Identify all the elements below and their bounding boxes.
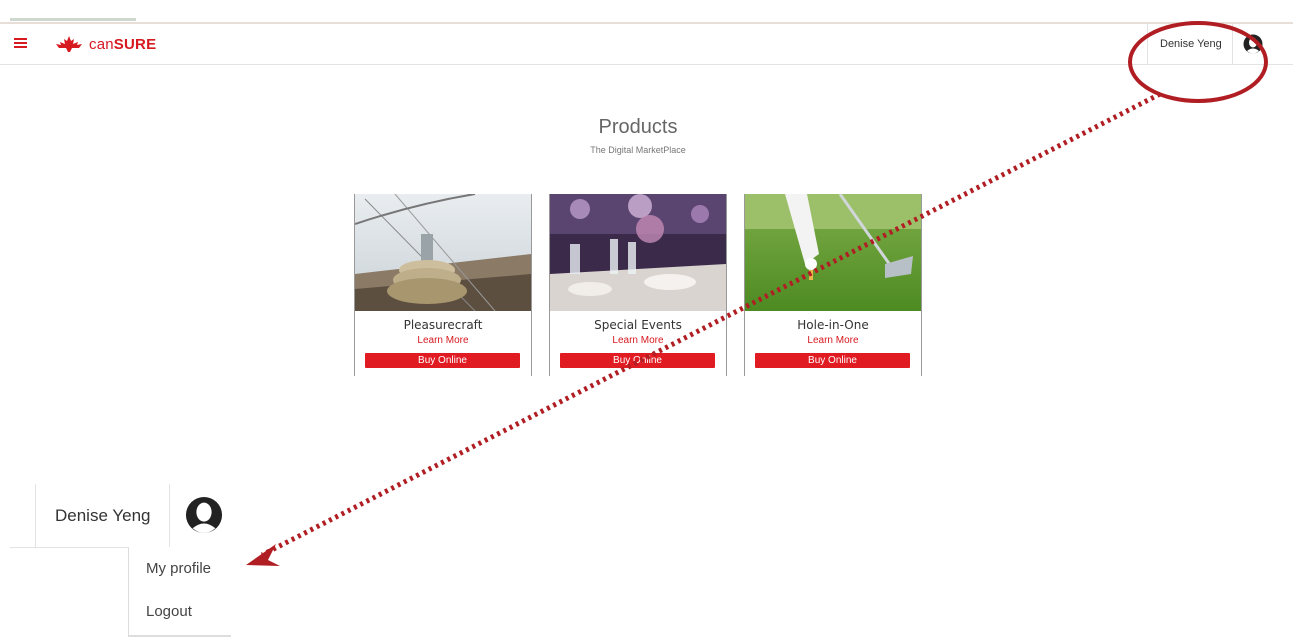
top-border-accent	[10, 18, 136, 21]
product-image-hole-in-one[interactable]	[745, 194, 921, 311]
product-card-special-events: Special Events Learn More Buy Online	[549, 194, 727, 376]
product-image-special-events[interactable]	[550, 194, 726, 311]
menu-item-logout[interactable]: Logout	[146, 603, 192, 620]
user-avatar-icon[interactable]	[1243, 34, 1263, 54]
zoomed-user-name[interactable]: Denise Yeng	[36, 506, 170, 526]
product-name: Special Events	[594, 318, 682, 332]
learn-more-link[interactable]: Learn More	[745, 335, 921, 346]
logo[interactable]: canSURE	[52, 32, 156, 56]
logo-text: canSURE	[89, 36, 156, 53]
maple-leaf-icon	[56, 36, 82, 52]
logo-text-prefix: can	[89, 35, 114, 53]
logo-text-suffix: SURE	[113, 35, 157, 53]
menu-item-my-profile[interactable]: My profile	[146, 560, 211, 577]
product-card-hole-in-one: Hole-in-One Learn More Buy Online	[744, 194, 922, 376]
navbar: canSURE Denise Yeng	[0, 24, 1293, 65]
buy-online-button[interactable]: Buy Online	[755, 353, 910, 368]
zoomed-user-menu[interactable]: Denise Yeng	[35, 484, 232, 547]
hamburger-icon[interactable]	[14, 38, 27, 48]
learn-more-link[interactable]: Learn More	[355, 335, 531, 346]
zoomed-user-divider	[169, 484, 170, 547]
zoomed-user-avatar-icon[interactable]	[185, 496, 223, 534]
user-menu[interactable]: Denise Yeng	[1147, 24, 1263, 64]
user-name[interactable]: Denise Yeng	[1148, 38, 1232, 50]
product-name: Pleasurecraft	[403, 318, 483, 332]
product-image-pleasurecraft[interactable]	[355, 194, 531, 311]
zoomed-menu-border	[10, 547, 128, 548]
user-divider	[1231, 24, 1233, 64]
buy-online-button[interactable]: Buy Online	[560, 353, 715, 368]
product-card-pleasurecraft: Pleasurecraft Learn More Buy Online	[354, 194, 532, 376]
page-subtitle: The Digital MarketPlace	[590, 145, 686, 155]
learn-more-link[interactable]: Learn More	[550, 335, 726, 346]
page-title: Products	[598, 116, 678, 138]
buy-online-button[interactable]: Buy Online	[365, 353, 520, 368]
user-dropdown-menu: My profile Logout	[128, 547, 231, 637]
product-name: Hole-in-One	[797, 318, 869, 332]
annotation-arrowhead	[246, 544, 280, 566]
